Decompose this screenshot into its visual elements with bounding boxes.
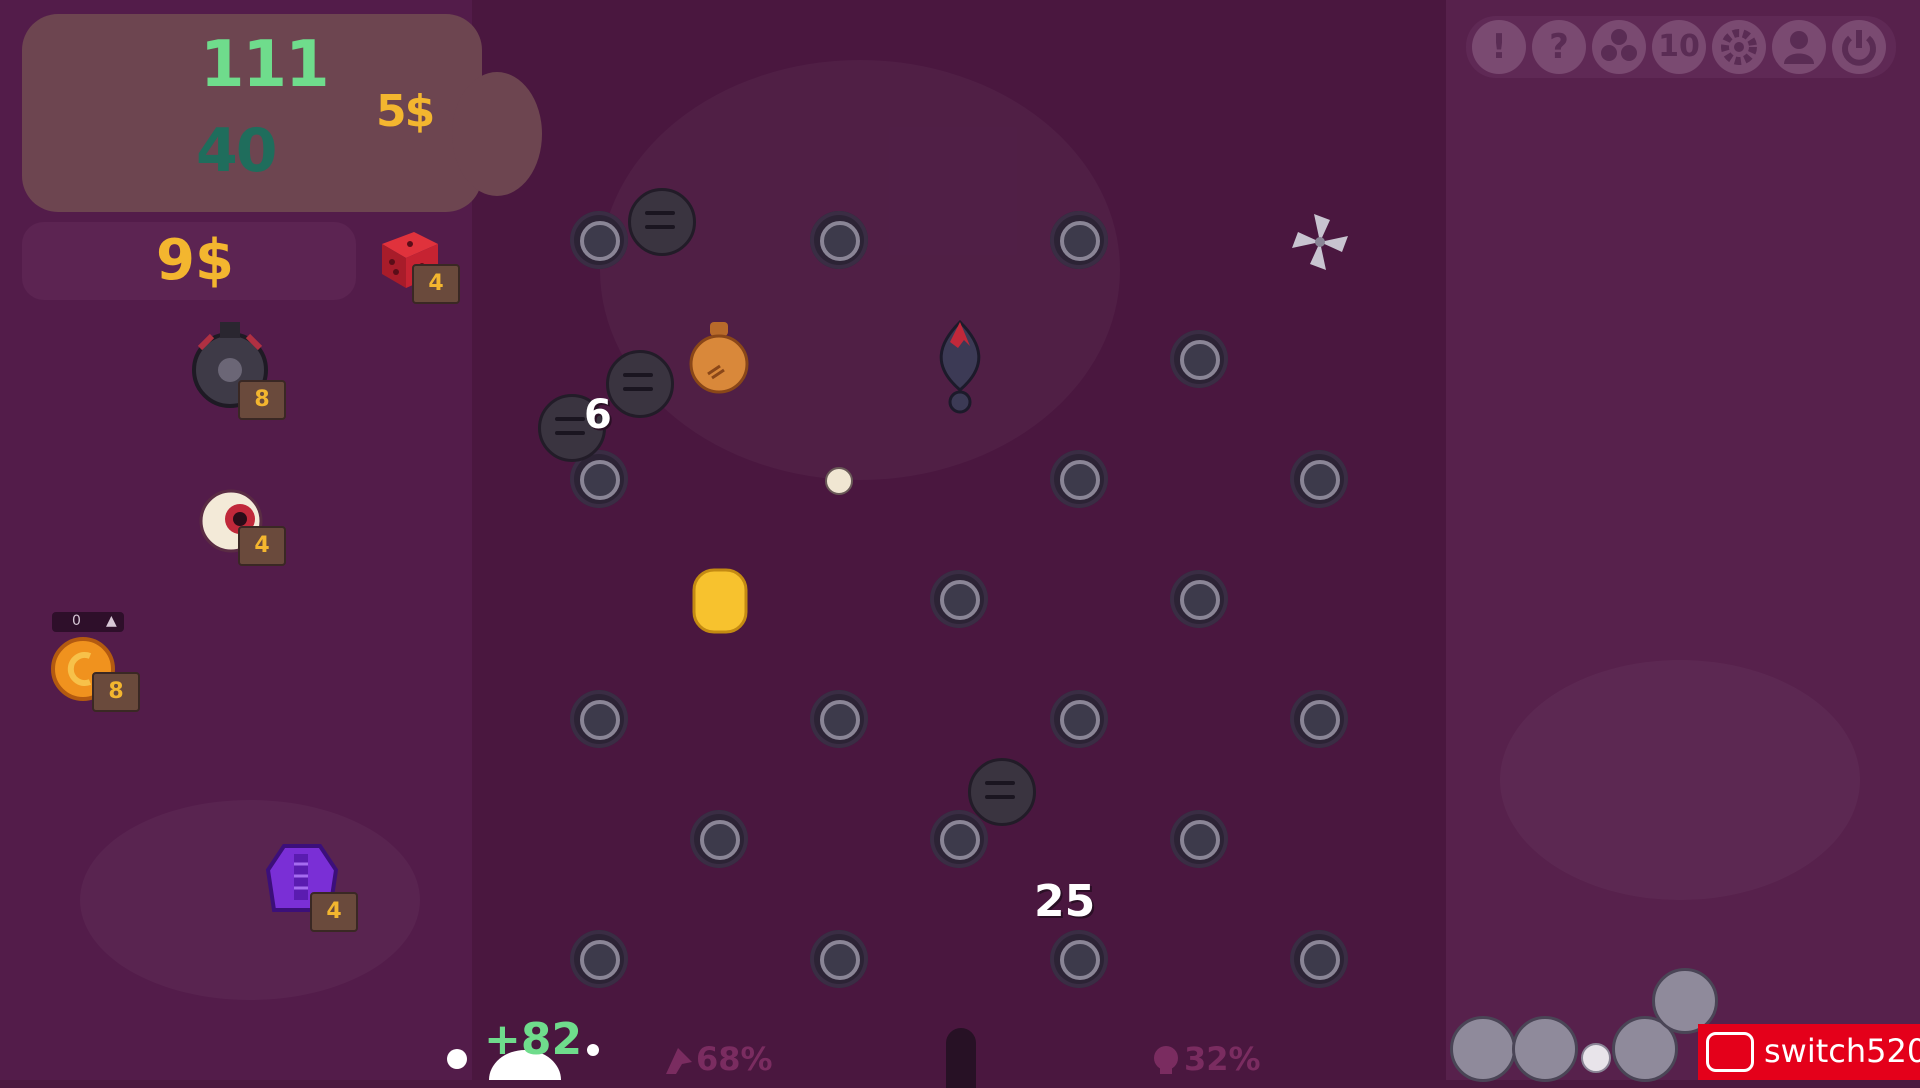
peg [810,690,868,748]
bloody-bomb-icon [928,318,992,420]
hit-number: 25 [1034,876,1096,927]
peg [930,810,988,868]
bin-ball-icon [1512,1016,1578,1082]
peg [810,930,868,988]
peg [690,810,748,868]
peg [1170,570,1228,628]
peg [1050,211,1108,269]
user-icon [1784,31,1814,64]
power-button[interactable] [1832,20,1886,74]
eyeball-count: 4 [238,526,286,566]
background-blob [80,800,420,1000]
bin-small-ball-icon [1580,1042,1612,1078]
ball-launcher [946,1028,976,1088]
peg [1290,690,1348,748]
score-top-value: 111 [200,28,330,102]
peg [1170,810,1228,868]
ball-icon [824,466,854,500]
rock-peg-icon [606,350,674,418]
rock-peg-icon [628,188,696,256]
peg [1290,930,1348,988]
coin-counter-arrow: ▲ [106,613,117,629]
alert-button[interactable]: ! [1472,20,1526,74]
balls-button[interactable] [1592,20,1646,74]
bin-ball-icon [1450,1016,1516,1082]
coin-counter-value: 0 [72,613,81,629]
peg [570,690,628,748]
money-bag-icon [686,318,752,398]
help-button[interactable]: ? [1532,20,1586,74]
background-blob [1500,660,1860,900]
score-cash-value: 5$ [376,86,435,137]
ball-icon [446,1048,468,1074]
fan-icon [1288,210,1352,278]
hit-number: 6 [584,392,612,438]
gear-icon [1721,29,1757,65]
switch-icon [1706,1032,1754,1072]
peg [1050,450,1108,508]
coin-counter: 0 ▲ [52,612,124,632]
score-bottom-value: 40 [196,116,277,186]
ball-icon [586,1042,600,1061]
power-icon [1842,30,1876,66]
balls-icon [1601,29,1637,61]
gold-amount: 9$ [156,228,234,293]
peg [1050,930,1108,988]
peg [570,930,628,988]
gold-coin-count: 8 [92,672,140,712]
skull-icon [1150,1044,1182,1080]
gold-block-icon [690,566,750,640]
settings-button[interactable] [1712,20,1766,74]
purple-crystal-count: 4 [310,892,358,932]
watermark-logo: switch520 [1698,1024,1920,1080]
peg [1290,450,1348,508]
rock-peg-icon [968,758,1036,826]
peg [810,211,868,269]
background-blob [600,60,1120,480]
peg [1050,690,1108,748]
peg [570,211,628,269]
profile-button[interactable] [1772,20,1826,74]
red-dice-count: 4 [412,264,460,304]
peg [930,570,988,628]
score-panel-tab [452,72,542,196]
right-panel-background [1446,0,1920,1080]
score-gain: +82 [484,1014,583,1065]
watermark-text: switch520 [1764,1032,1920,1070]
damage-icon [662,1044,696,1082]
damage-percent: 68% [696,1040,773,1078]
peg [1170,330,1228,388]
cannon-bomb-count: 8 [238,380,286,420]
turn-counter-button[interactable]: 10 [1652,20,1706,74]
skull-percent: 32% [1184,1040,1261,1078]
